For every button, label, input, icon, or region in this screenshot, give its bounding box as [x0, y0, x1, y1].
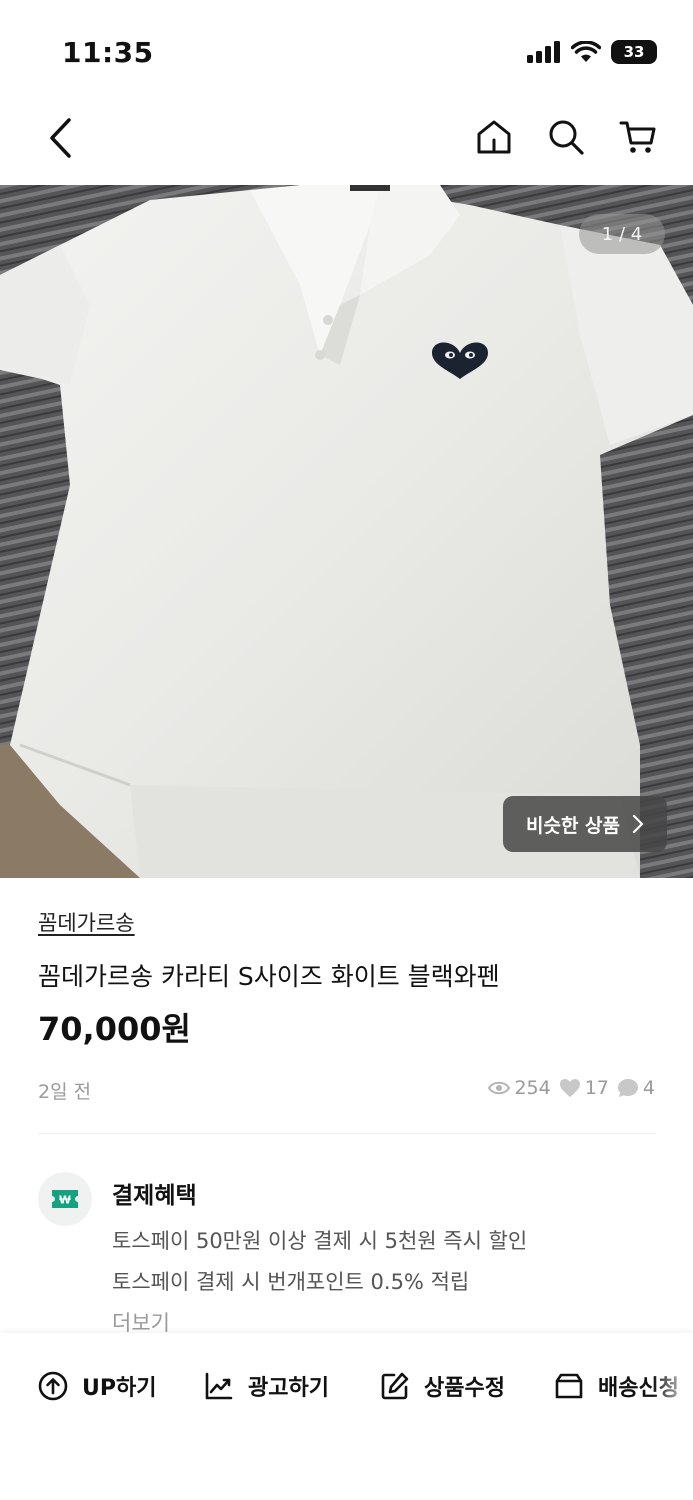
- svg-text:W: W: [59, 1194, 71, 1207]
- battery-indicator: 33: [611, 40, 657, 64]
- status-time: 11:35: [62, 36, 154, 69]
- bottom-action-bar: [0, 1333, 693, 1500]
- benefit-line-1: 토스페이 50만원 이상 결제 시 5천원 즉시 할인: [112, 1229, 528, 1253]
- nav-actions: [473, 112, 659, 162]
- box-icon: [555, 1373, 583, 1399]
- product-photo[interactable]: [0, 185, 693, 878]
- heart-icon: [559, 1079, 580, 1097]
- ad-button-label: 광고하기: [248, 1376, 329, 1401]
- product-title: 꼼데가르송 카라티 S사이즈 화이트 블랙와펜: [38, 962, 500, 991]
- chevron-left-icon: [50, 118, 71, 158]
- posted-time: 2일 전: [38, 1081, 92, 1103]
- won-coupon-icon: W: [52, 1190, 78, 1208]
- payment-benefit-icon: W: [38, 1172, 92, 1226]
- product-price: 70,000원: [38, 1010, 191, 1048]
- edit-icon: [381, 1372, 409, 1400]
- search-icon: [549, 120, 584, 155]
- photo-counter: 1 / 4: [579, 214, 665, 254]
- home-icon: [477, 120, 511, 154]
- product-photo-image: [0, 185, 693, 878]
- wifi-icon: [571, 41, 601, 62]
- edit-product-label: 상품수정: [424, 1376, 505, 1401]
- signal-icon: [527, 41, 560, 63]
- search-button[interactable]: [545, 112, 587, 162]
- cart-button[interactable]: [617, 112, 659, 162]
- product-stats: 254 17 4: [488, 1077, 655, 1099]
- section-divider: [38, 1133, 656, 1134]
- views-count: 254: [514, 1077, 551, 1099]
- ad-button[interactable]: 광고하기: [204, 1366, 329, 1406]
- chats-count: 4: [642, 1077, 655, 1099]
- up-button[interactable]: UP하기: [38, 1366, 156, 1406]
- up-button-label: UP하기: [82, 1376, 157, 1401]
- scroll-fade: [653, 1350, 693, 1420]
- status-icons: 33: [527, 40, 657, 64]
- benefit-title: 결제혜택: [112, 1183, 197, 1209]
- likes-count: 17: [584, 1077, 609, 1099]
- chat-bubble-icon: [617, 1079, 638, 1097]
- home-button[interactable]: [473, 112, 515, 162]
- arrow-up-circle-icon: [38, 1371, 68, 1401]
- eye-icon: [488, 1081, 511, 1095]
- similar-products-label: 비슷한 상품: [525, 814, 620, 837]
- brand-link[interactable]: 꼼데가르송: [38, 907, 135, 937]
- benefit-line-2: 토스페이 결제 시 번개포인트 0.5% 적립: [112, 1270, 470, 1294]
- cart-icon: [619, 121, 656, 153]
- similar-products-button[interactable]: 비슷한 상품: [503, 796, 667, 852]
- edit-product-button[interactable]: 상품수정: [380, 1366, 505, 1406]
- chats-stat: 4: [617, 1077, 655, 1099]
- views-stat: 254: [488, 1077, 551, 1099]
- back-button[interactable]: [38, 114, 82, 162]
- likes-stat: 17: [559, 1077, 609, 1099]
- chevron-right-icon: [632, 814, 644, 834]
- trend-chart-icon: [205, 1372, 233, 1400]
